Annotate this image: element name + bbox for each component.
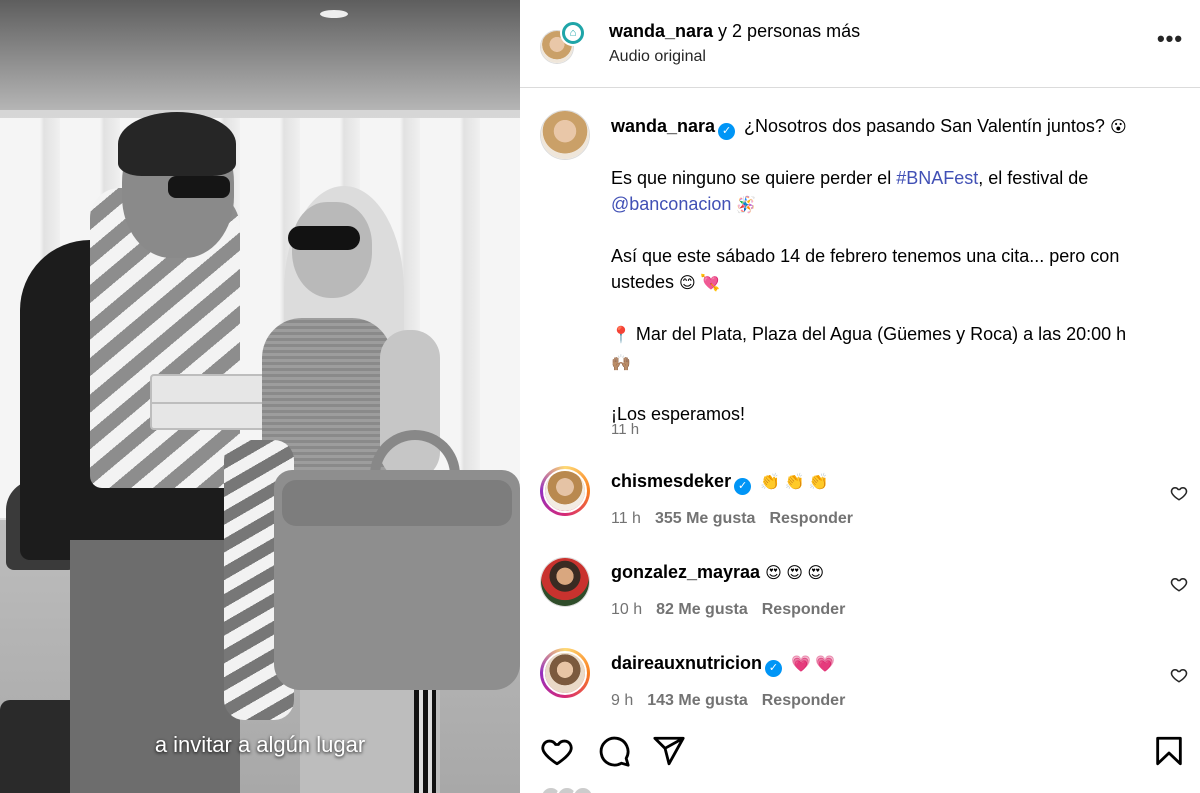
caption-paragraph-3: Así que este sábado 14 de febrero tenemo… [611, 243, 1171, 297]
collab-avatar[interactable]: ⌂ [560, 20, 586, 46]
mention-link[interactable]: @banconacion [611, 194, 731, 214]
emoji-raised-hands: 🙌🏽 [611, 355, 631, 372]
comment-line: daireauxnutricion ✓ 💗 💗 [611, 650, 835, 678]
audio-label[interactable]: Audio original [609, 47, 706, 67]
comment-likes[interactable]: 355 Me gusta [655, 510, 755, 527]
comment-like-icon[interactable] [1170, 666, 1188, 684]
commenter-avatar[interactable] [540, 648, 590, 698]
action-bar [520, 728, 1200, 776]
comment-icon[interactable] [597, 734, 631, 768]
woman-sunglasses [288, 226, 360, 250]
heart-icon[interactable] [540, 734, 574, 768]
hashtag-link[interactable]: #BNAFest [896, 168, 978, 188]
comment-item: chismesdeker ✓ 👏 👏 👏 11 h 355 Me gusta Resp… [520, 466, 1200, 546]
post-caption: wanda_nara ✓ ¿Nosotros dos pasando San Va… [611, 113, 1171, 427]
man-hair [118, 112, 236, 176]
comment-time[interactable]: 9 h [611, 692, 633, 709]
collab-suffix[interactable]: y 2 personas más [713, 21, 860, 41]
caption-paragraph-2: Es que ninguno se quiere perder el #BNAF… [611, 165, 1171, 219]
caption-text-4: Mar del Plata, Plaza del Agua (Güemes y … [630, 324, 1127, 344]
caption-paragraph-5: ¡Los esperamos! [611, 404, 746, 424]
caption-text-1: ¿Nosotros dos pasando San Valentín junto… [739, 116, 1110, 136]
comment-meta: 9 h 143 Me gusta Responder [611, 692, 859, 710]
comment-line: gonzalez_mayraa 😍 😍 😍 [611, 559, 824, 587]
comment-text: 👏 👏 👏 [760, 474, 829, 491]
commenter-username[interactable]: gonzalez_mayraa [611, 562, 760, 582]
post-media[interactable]: a invitar a algún lugar [0, 0, 520, 793]
woman-face [292, 202, 372, 298]
comment-likes[interactable]: 143 Me gusta [647, 692, 747, 709]
bookmark-icon[interactable] [1152, 734, 1186, 768]
emoji-pinata: 🪅 [736, 197, 757, 214]
comment-time[interactable]: 11 h [611, 510, 641, 527]
ceiling-light [320, 10, 348, 18]
header-title: wanda_nara y 2 personas más [609, 20, 860, 42]
send-icon[interactable] [652, 734, 686, 768]
handbag-flap [282, 480, 512, 526]
comment-item: daireauxnutricion ✓ 💗 💗 9 h 143 Me gusta Re… [520, 648, 1200, 728]
comment-text: 💗 💗 [791, 656, 836, 673]
liked-by-avatars[interactable] [540, 786, 630, 793]
commenter-username[interactable]: chismesdeker [611, 471, 731, 491]
commenter-username[interactable]: daireauxnutricion [611, 653, 762, 673]
video-subtitle: a invitar a algún lugar [154, 732, 366, 757]
verified-badge-icon: ✓ [734, 478, 752, 495]
caption-paragraph-4: 📍 Mar del Plata, Plaza del Agua (Güemes … [611, 321, 1171, 377]
caption-avatar[interactable] [540, 110, 590, 160]
commenter-avatar[interactable] [540, 557, 590, 607]
comment-like-icon[interactable] [1170, 484, 1188, 502]
comment-item: gonzalez_mayraa 😍 😍 😍 10 h 82 Me gusta Res… [520, 557, 1200, 637]
comment-like-icon[interactable] [1170, 575, 1188, 593]
caption-timestamp[interactable]: 11 h [611, 421, 639, 438]
more-options-icon[interactable]: ••• [1156, 28, 1184, 54]
verified-badge-icon: ✓ [718, 123, 736, 140]
ceiling [0, 0, 520, 110]
caption-text-2b: , el festival de [978, 168, 1089, 188]
emoji-smile-heart: 😊 💘 [679, 275, 721, 292]
comment-time[interactable]: 10 h [611, 601, 642, 618]
verified-badge-icon: ✓ [765, 660, 783, 677]
caption-line-1: wanda_nara ✓ ¿Nosotros dos pasando San Va… [611, 113, 1171, 141]
caption-username[interactable]: wanda_nara [611, 116, 715, 136]
comment-text: 😍 😍 😍 [765, 565, 825, 582]
comment-meta: 10 h 82 Me gusta Responder [611, 601, 859, 619]
post-panel: ⌂ wanda_nara y 2 personas más Audio orig… [520, 0, 1200, 793]
commenter-avatar[interactable] [540, 466, 590, 516]
reply-button[interactable]: Responder [762, 601, 846, 618]
caption-text-2a: Es que ninguno se quiere perder el [611, 168, 897, 188]
reply-button[interactable]: Responder [769, 510, 853, 527]
bank-logo-icon: ⌂ [562, 22, 584, 44]
emoji-astonished: 😮 [1109, 119, 1127, 136]
comment-likes[interactable]: 82 Me gusta [656, 601, 748, 618]
reply-button[interactable]: Responder [762, 692, 846, 709]
boxes [150, 374, 276, 430]
pin-icon: 📍 [611, 327, 631, 344]
post-header: ⌂ wanda_nara y 2 personas más Audio orig… [520, 0, 1200, 88]
comment-meta: 11 h 355 Me gusta Responder [611, 510, 867, 528]
comment-line: chismesdeker ✓ 👏 👏 👏 [611, 468, 829, 496]
man-glasses [168, 176, 230, 198]
author-username[interactable]: wanda_nara [609, 21, 713, 41]
